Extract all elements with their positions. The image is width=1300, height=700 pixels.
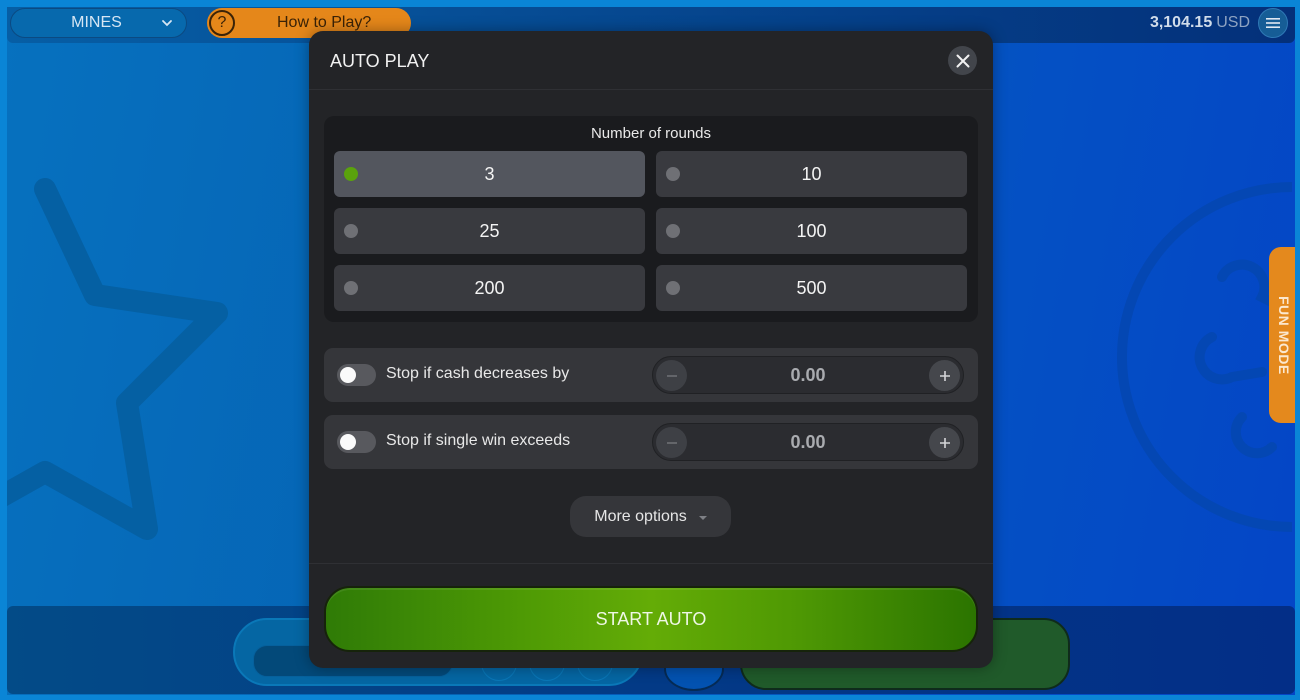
stop-single-win-toggle[interactable] xyxy=(337,431,376,453)
round-option-3[interactable]: 3 xyxy=(334,151,645,197)
round-option-label: 10 xyxy=(801,163,822,184)
increment-button[interactable] xyxy=(929,427,960,458)
round-option-25[interactable]: 25 xyxy=(334,208,645,254)
balance-currency: USD xyxy=(1216,14,1250,31)
radio-dot-icon xyxy=(666,167,680,181)
rounds-title: Number of rounds xyxy=(590,125,712,142)
modal-header: AUTO PLAY xyxy=(309,31,993,90)
game-select-label: MINES xyxy=(71,14,122,31)
radio-dot-icon xyxy=(344,281,358,295)
toggle-knob xyxy=(340,367,356,383)
stop-cash-decrease-stepper xyxy=(652,356,964,394)
more-options-button[interactable]: More options xyxy=(570,496,731,537)
stop-cash-decrease-label: Stop if cash decreases by xyxy=(386,365,570,382)
round-option-200[interactable]: 200 xyxy=(334,265,645,311)
balance-display: 3,104.15 USD xyxy=(1150,14,1250,32)
stop-single-win-label: Stop if single win exceeds xyxy=(386,432,571,449)
minus-icon xyxy=(666,441,677,444)
round-option-100[interactable]: 100 xyxy=(656,208,967,254)
hamburger-menu-icon xyxy=(1266,18,1280,28)
round-option-500[interactable]: 500 xyxy=(656,265,967,311)
close-button[interactable] xyxy=(948,46,977,75)
stop-cash-decrease-input[interactable] xyxy=(693,365,923,386)
round-option-label: 200 xyxy=(474,277,505,298)
caret-down-icon xyxy=(698,515,707,520)
fun-mode-tab[interactable]: FUN MODE xyxy=(1269,247,1295,423)
menu-button[interactable] xyxy=(1258,8,1288,38)
round-option-label: 500 xyxy=(796,277,827,298)
start-auto-button[interactable]: START AUTO xyxy=(324,586,978,652)
chevron-down-icon xyxy=(162,20,172,27)
auto-play-modal: AUTO PLAY Number of rounds 3 10 25 100 2… xyxy=(309,31,993,668)
toggle-knob xyxy=(340,434,356,450)
more-options-label: More options xyxy=(594,507,687,525)
divider xyxy=(309,563,993,564)
minus-icon xyxy=(666,374,677,377)
round-option-10[interactable]: 10 xyxy=(656,151,967,197)
star-decoration-icon xyxy=(7,178,228,540)
decrement-button[interactable] xyxy=(656,427,687,458)
decrement-button[interactable] xyxy=(656,360,687,391)
number-of-rounds-panel: Number of rounds 3 10 25 100 200 500 xyxy=(324,116,978,322)
stop-single-win-stepper xyxy=(652,423,964,461)
question-circle-icon: ? xyxy=(209,10,235,36)
game-select-dropdown[interactable]: MINES xyxy=(10,8,187,38)
close-icon xyxy=(956,54,969,67)
increment-button[interactable] xyxy=(929,360,960,391)
how-to-play-label: How to Play? xyxy=(277,14,372,31)
stop-single-win-input[interactable] xyxy=(693,432,923,453)
plus-icon xyxy=(939,370,950,381)
round-option-label: 25 xyxy=(479,220,500,241)
stop-cash-decrease-toggle[interactable] xyxy=(337,364,376,386)
radio-dot-icon xyxy=(344,167,358,181)
balance-amount: 3,104.15 xyxy=(1149,14,1213,31)
start-auto-label: START AUTO xyxy=(595,608,707,629)
round-option-label: 100 xyxy=(796,220,827,241)
plus-icon xyxy=(939,437,950,448)
radio-dot-icon xyxy=(666,224,680,238)
radio-dot-icon xyxy=(344,224,358,238)
radio-dot-icon xyxy=(666,281,680,295)
stop-if-single-win-exceeds-row: Stop if single win exceeds xyxy=(324,415,978,469)
stop-if-cash-decreases-row: Stop if cash decreases by xyxy=(324,348,978,402)
mine-decoration-icon xyxy=(1117,182,1293,532)
round-option-label: 3 xyxy=(484,163,495,184)
fun-mode-label: FUN MODE xyxy=(1276,295,1292,375)
modal-title: AUTO PLAY xyxy=(330,51,430,71)
rounds-options: 3 10 25 100 200 500 xyxy=(334,151,967,311)
